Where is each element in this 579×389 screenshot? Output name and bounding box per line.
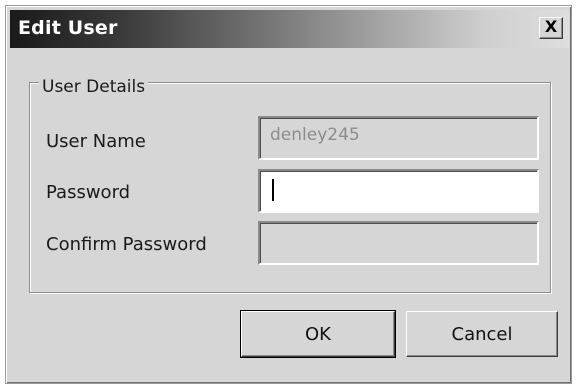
username-value: denley245: [270, 125, 360, 145]
confirm-password-field: [258, 221, 539, 265]
password-label: Password: [46, 182, 131, 203]
confirm-password-label: Confirm Password: [46, 234, 207, 255]
group-legend: User Details: [39, 77, 149, 97]
cancel-button-label: Cancel: [451, 323, 513, 345]
password-field[interactable]: [258, 169, 539, 213]
text-caret: [272, 179, 274, 201]
close-icon: X: [544, 17, 558, 36]
cancel-button[interactable]: Cancel: [406, 311, 558, 357]
username-field: denley245: [258, 116, 539, 160]
dialog-title: Edit User: [18, 17, 118, 39]
ok-button[interactable]: OK: [240, 310, 396, 358]
username-label: User Name: [46, 131, 146, 152]
ok-button-label: OK: [305, 323, 331, 345]
title-bar[interactable]: Edit User X: [10, 10, 569, 48]
close-button[interactable]: X: [539, 17, 563, 39]
